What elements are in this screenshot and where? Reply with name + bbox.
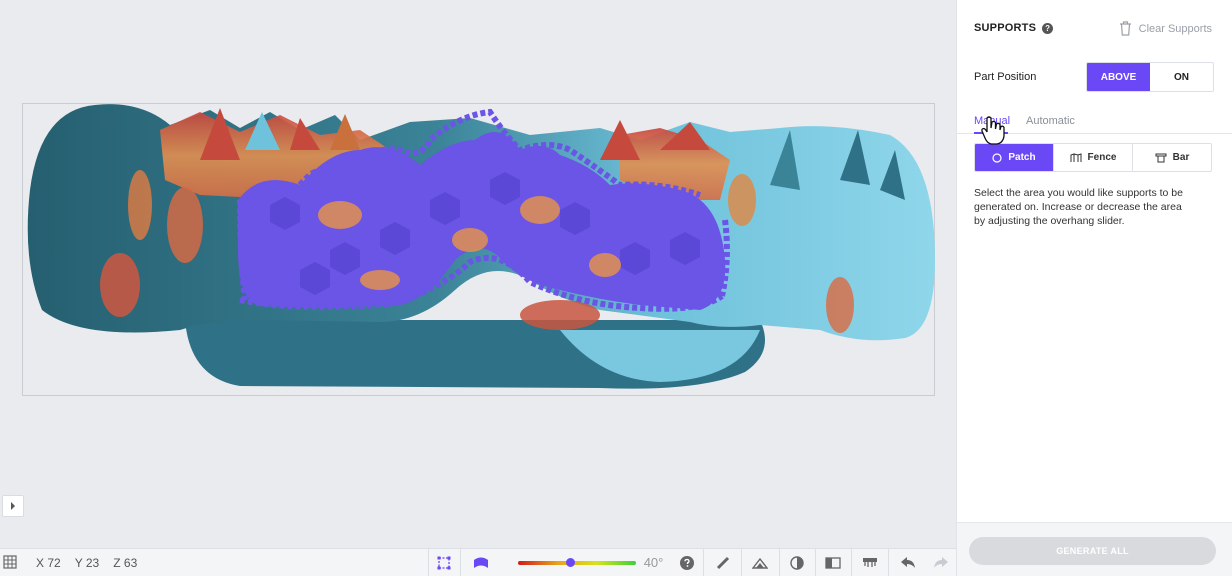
help-icon [680, 555, 695, 570]
chevron-right-icon [11, 502, 15, 510]
platform-icon [862, 557, 877, 567]
undo-button[interactable] [888, 548, 926, 576]
support-mode-button[interactable] [459, 548, 502, 576]
bar-button[interactable]: Bar [1132, 144, 1211, 171]
redo-button[interactable] [926, 549, 956, 576]
contrast-button[interactable] [778, 548, 815, 576]
bottom-toolbar: X 72 Y 23 Z 63 40° [0, 548, 956, 576]
z-label: Z [113, 555, 121, 570]
y-label: Y [74, 555, 83, 570]
overhang-slider[interactable] [517, 557, 636, 567]
measure-button[interactable] [703, 548, 741, 576]
fence-button[interactable]: Fence [1053, 144, 1132, 171]
platform-button[interactable] [850, 548, 889, 576]
x-value: 72 [47, 555, 61, 570]
clear-supports-button[interactable]: Clear Supports [1119, 21, 1212, 36]
panel-title: SUPPORTS [974, 22, 1037, 34]
generate-all-button[interactable]: GENERATE ALL [969, 537, 1216, 565]
3d-viewport[interactable] [0, 0, 956, 548]
support-mode-icon [474, 557, 489, 568]
support-mode-selector: Patch Fence Bar [974, 143, 1212, 172]
supports-panel: SUPPORTS ? Clear Supports Part Position … [956, 0, 1232, 576]
panel-header: SUPPORTS ? [974, 22, 1054, 34]
position-on-button[interactable]: ON [1150, 63, 1213, 91]
patch-button[interactable]: Patch [975, 144, 1053, 171]
expand-panel-button[interactable] [2, 495, 24, 517]
contrast-icon [790, 555, 804, 570]
clear-supports-label: Clear Supports [1138, 22, 1212, 35]
support-description: Select the area you would like supports … [974, 187, 1183, 227]
fence-label: Fence [1087, 152, 1117, 163]
undo-icon [900, 556, 915, 568]
fence-icon [1070, 152, 1082, 162]
select-box-icon [437, 556, 451, 569]
z-value: 63 [123, 555, 138, 570]
x-label: X [36, 555, 45, 570]
patch-icon [992, 152, 1002, 163]
overhang-slider-group: 40° [502, 549, 672, 576]
help-button[interactable] [671, 549, 703, 576]
part-position-toggle: ABOVE ON [1086, 62, 1214, 92]
bar-label: Bar [1172, 152, 1190, 163]
grid-icon[interactable] [3, 555, 17, 574]
select-box-button[interactable] [428, 548, 460, 576]
coordinates-readout: X 72 Y 23 Z 63 [0, 549, 139, 576]
tilt-icon [752, 557, 769, 569]
y-value: 23 [85, 555, 100, 570]
ruler-icon [716, 556, 729, 569]
dental-model[interactable] [0, 0, 956, 548]
hand-cursor-icon [981, 116, 1005, 145]
split-view-icon [825, 556, 841, 569]
bar-icon [1155, 153, 1167, 162]
patch-label: Patch [1008, 152, 1036, 163]
position-above-button[interactable]: ABOVE [1087, 63, 1150, 91]
tab-automatic[interactable]: Automatic [1026, 115, 1075, 127]
help-icon[interactable]: ? [1042, 22, 1054, 34]
redo-icon [934, 556, 949, 568]
part-position-label: Part Position [974, 71, 1037, 83]
tilt-button[interactable] [741, 548, 779, 576]
overhang-slider-knob[interactable] [566, 557, 576, 567]
generate-footer: GENERATE ALL [957, 522, 1232, 576]
trash-icon [1119, 21, 1131, 36]
split-view-button[interactable] [814, 548, 851, 576]
overhang-angle: 40° [643, 555, 664, 570]
